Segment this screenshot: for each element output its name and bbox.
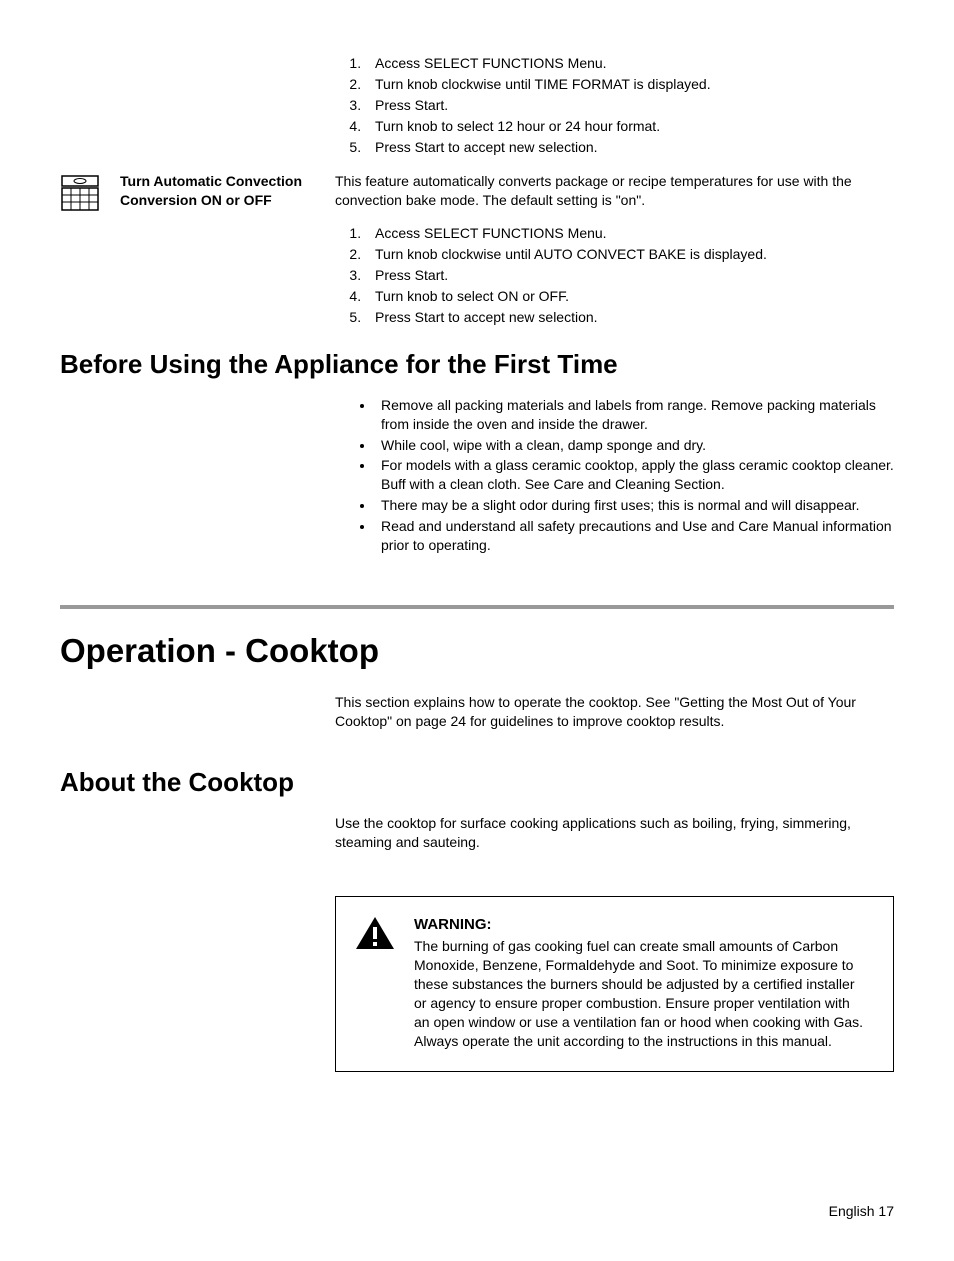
list-item: Press Start. <box>365 266 894 285</box>
convection-steps: Access SELECT FUNCTIONS Menu. Turn knob … <box>335 224 894 326</box>
about-cooktop-body: Use the cooktop for surface cooking appl… <box>335 814 894 852</box>
convection-description: This feature automatically converts pack… <box>335 172 894 210</box>
oven-icon <box>60 172 120 214</box>
list-item: Press Start to accept new selection. <box>365 308 894 327</box>
list-item: Turn knob clockwise until TIME FORMAT is… <box>365 75 894 94</box>
warning-label: WARNING: <box>414 915 869 935</box>
list-item: Press Start. <box>365 96 894 115</box>
warning-icon <box>354 915 414 951</box>
list-item: Press Start to accept new selection. <box>365 138 894 157</box>
list-item: Remove all packing materials and labels … <box>375 396 894 434</box>
list-item: Turn knob to select ON or OFF. <box>365 287 894 306</box>
operation-heading: Operation - Cooktop <box>60 629 894 674</box>
list-item: Read and understand all safety precautio… <box>375 517 894 555</box>
before-use-bullets: Remove all packing materials and labels … <box>335 396 894 555</box>
convection-label: Turn Automatic Convection Conversion ON … <box>120 172 325 210</box>
section-divider <box>60 605 894 609</box>
before-use-heading: Before Using the Appliance for the First… <box>60 347 894 382</box>
warning-body: The burning of gas cooking fuel can crea… <box>414 938 863 1048</box>
convection-section: Turn Automatic Convection Conversion ON … <box>60 172 894 328</box>
page-footer: English 17 <box>60 1202 894 1221</box>
list-item: While cool, wipe with a clean, damp spon… <box>375 436 894 455</box>
list-item: Turn knob clockwise until AUTO CONVECT B… <box>365 245 894 264</box>
about-cooktop-heading: About the Cooktop <box>60 765 894 800</box>
warning-box: WARNING: The burning of gas cooking fuel… <box>335 896 894 1072</box>
list-item: Turn knob to select 12 hour or 24 hour f… <box>365 117 894 136</box>
list-item: There may be a slight odor during first … <box>375 496 894 515</box>
list-item: Access SELECT FUNCTIONS Menu. <box>365 54 894 73</box>
list-item: For models with a glass ceramic cooktop,… <box>375 456 894 494</box>
list-item: Access SELECT FUNCTIONS Menu. <box>365 224 894 243</box>
operation-intro: This section explains how to operate the… <box>335 693 894 731</box>
time-format-steps: Access SELECT FUNCTIONS Menu. Turn knob … <box>335 54 894 156</box>
